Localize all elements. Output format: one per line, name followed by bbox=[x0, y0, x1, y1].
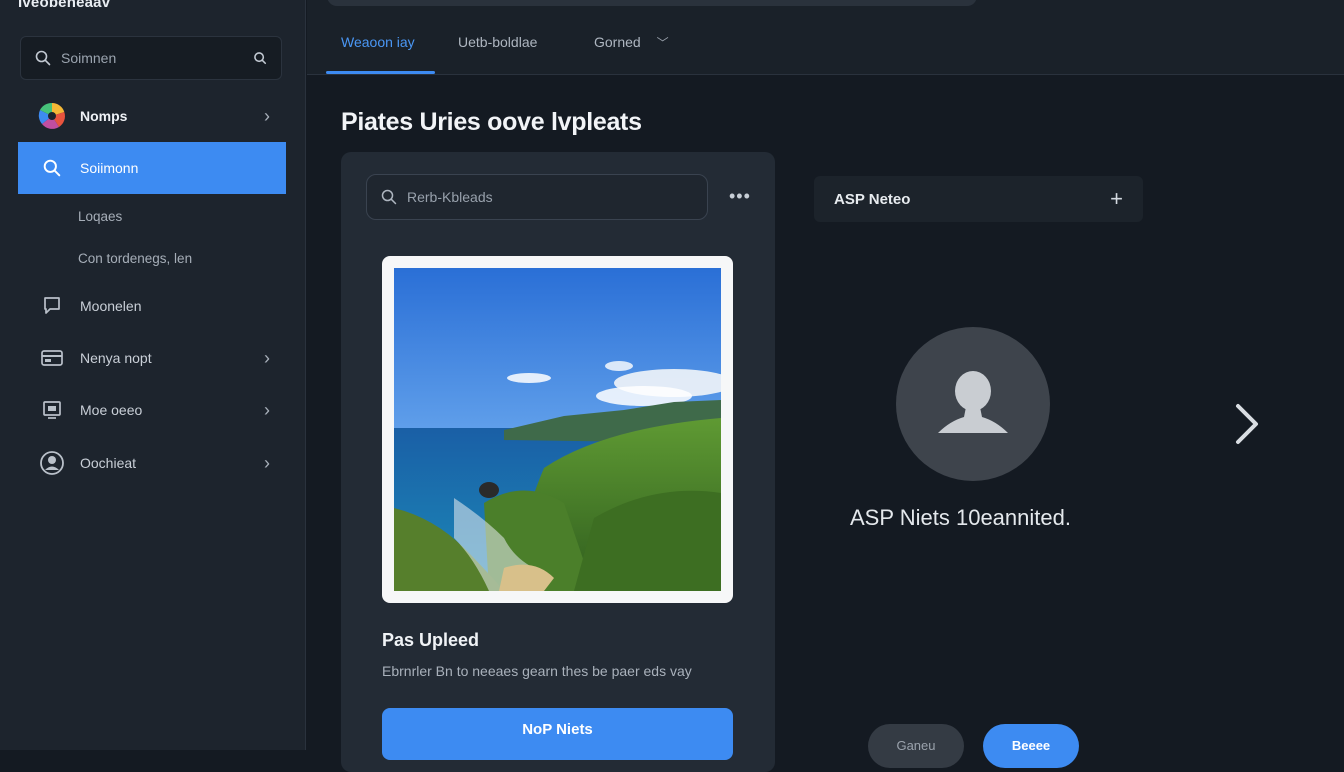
top-bar: Weaoon iay Uetb-boldlae Gorned ﹀ bbox=[307, 0, 1344, 75]
chevron-right-icon: › bbox=[264, 399, 270, 420]
tab-overview[interactable]: Weaoon iay bbox=[341, 34, 415, 50]
top-search-bar[interactable] bbox=[327, 0, 977, 6]
preview-image bbox=[382, 256, 733, 603]
sidebar-item-devices[interactable]: Moe oeeo › bbox=[18, 384, 286, 436]
monitor-icon bbox=[38, 396, 66, 424]
avatar-placeholder bbox=[896, 327, 1050, 481]
more-options-icon[interactable]: ••• bbox=[729, 186, 751, 207]
landscape-photo bbox=[394, 268, 721, 591]
card-search-input[interactable]: Rerb-Kbleads bbox=[366, 174, 708, 220]
card-icon bbox=[38, 344, 66, 372]
card-heading: Pas Upleed bbox=[382, 630, 480, 650]
chevron-right-icon: › bbox=[264, 452, 270, 473]
sidebar: Iveobeneaav Soimnen Nomps › Soiimonn Loq… bbox=[0, 0, 306, 750]
sidebar-item-messages[interactable]: Moonelen bbox=[18, 280, 286, 332]
sidebar-item-label: Soiimonn bbox=[80, 160, 139, 176]
sidebar-item-label: Nenya nopt bbox=[80, 350, 152, 366]
search-icon bbox=[381, 189, 397, 205]
chevron-right-icon[interactable] bbox=[1232, 400, 1262, 448]
color-wheel-icon bbox=[38, 102, 66, 130]
tab-general[interactable]: Gorned ﹀ bbox=[594, 34, 669, 51]
panel-header: ASP Neteo + bbox=[814, 176, 1143, 222]
search-icon bbox=[35, 50, 51, 66]
sidebar-search-input[interactable]: Soimnen bbox=[20, 36, 282, 80]
cancel-button[interactable]: Ganeu bbox=[868, 724, 964, 768]
sidebar-item-search[interactable]: Soiimonn bbox=[18, 142, 286, 194]
sidebar-item-home[interactable]: Nomps › bbox=[18, 90, 286, 142]
confirm-button[interactable]: Beeee bbox=[983, 724, 1079, 768]
sidebar-item-label: Oochieat bbox=[80, 455, 137, 471]
sidebar-subitem-logs[interactable]: Loqaes bbox=[78, 209, 122, 224]
app-title: Iveobeneaav bbox=[18, 0, 111, 11]
sidebar-item-label: Moe oeeo bbox=[80, 402, 143, 418]
chat-icon bbox=[38, 292, 66, 320]
search-submit-icon[interactable] bbox=[253, 51, 267, 65]
search-icon bbox=[38, 154, 66, 182]
card-description: Ebrnrler Bn to neeaes gearn thes be paer… bbox=[382, 663, 692, 679]
sidebar-item-label: Nomps bbox=[80, 108, 128, 124]
sidebar-subitem-containers[interactable]: Con tordenegs, len bbox=[78, 251, 192, 266]
sidebar-item-label: Moonelen bbox=[80, 298, 142, 314]
chevron-down-icon: ﹀ bbox=[656, 36, 669, 50]
tab-build[interactable]: Uetb-boldlae bbox=[458, 34, 537, 50]
card-search-placeholder: Rerb-Kbleads bbox=[407, 189, 493, 205]
tab-label: Gorned bbox=[594, 34, 641, 50]
panel-title: ASP Neteo bbox=[834, 190, 911, 208]
active-tab-indicator bbox=[326, 71, 435, 74]
chevron-right-icon: › bbox=[264, 347, 270, 368]
empty-state-text: ASP Niets 10eannited. bbox=[850, 505, 1071, 530]
sidebar-search-placeholder: Soimnen bbox=[61, 50, 117, 66]
sidebar-item-account[interactable]: Oochieat › bbox=[18, 437, 286, 489]
new-items-button[interactable]: NoP Niets bbox=[382, 708, 733, 760]
user-circle-icon bbox=[38, 449, 66, 477]
page-title: Piates Uries oove lvpleats bbox=[341, 108, 642, 136]
user-icon bbox=[938, 371, 1008, 433]
upload-card: Rerb-Kbleads ••• Pas Upleed Ebrnrler Bn … bbox=[341, 152, 775, 772]
add-icon[interactable]: + bbox=[1110, 186, 1123, 212]
chevron-right-icon: › bbox=[264, 105, 270, 126]
sidebar-item-payments[interactable]: Nenya nopt › bbox=[18, 332, 286, 384]
